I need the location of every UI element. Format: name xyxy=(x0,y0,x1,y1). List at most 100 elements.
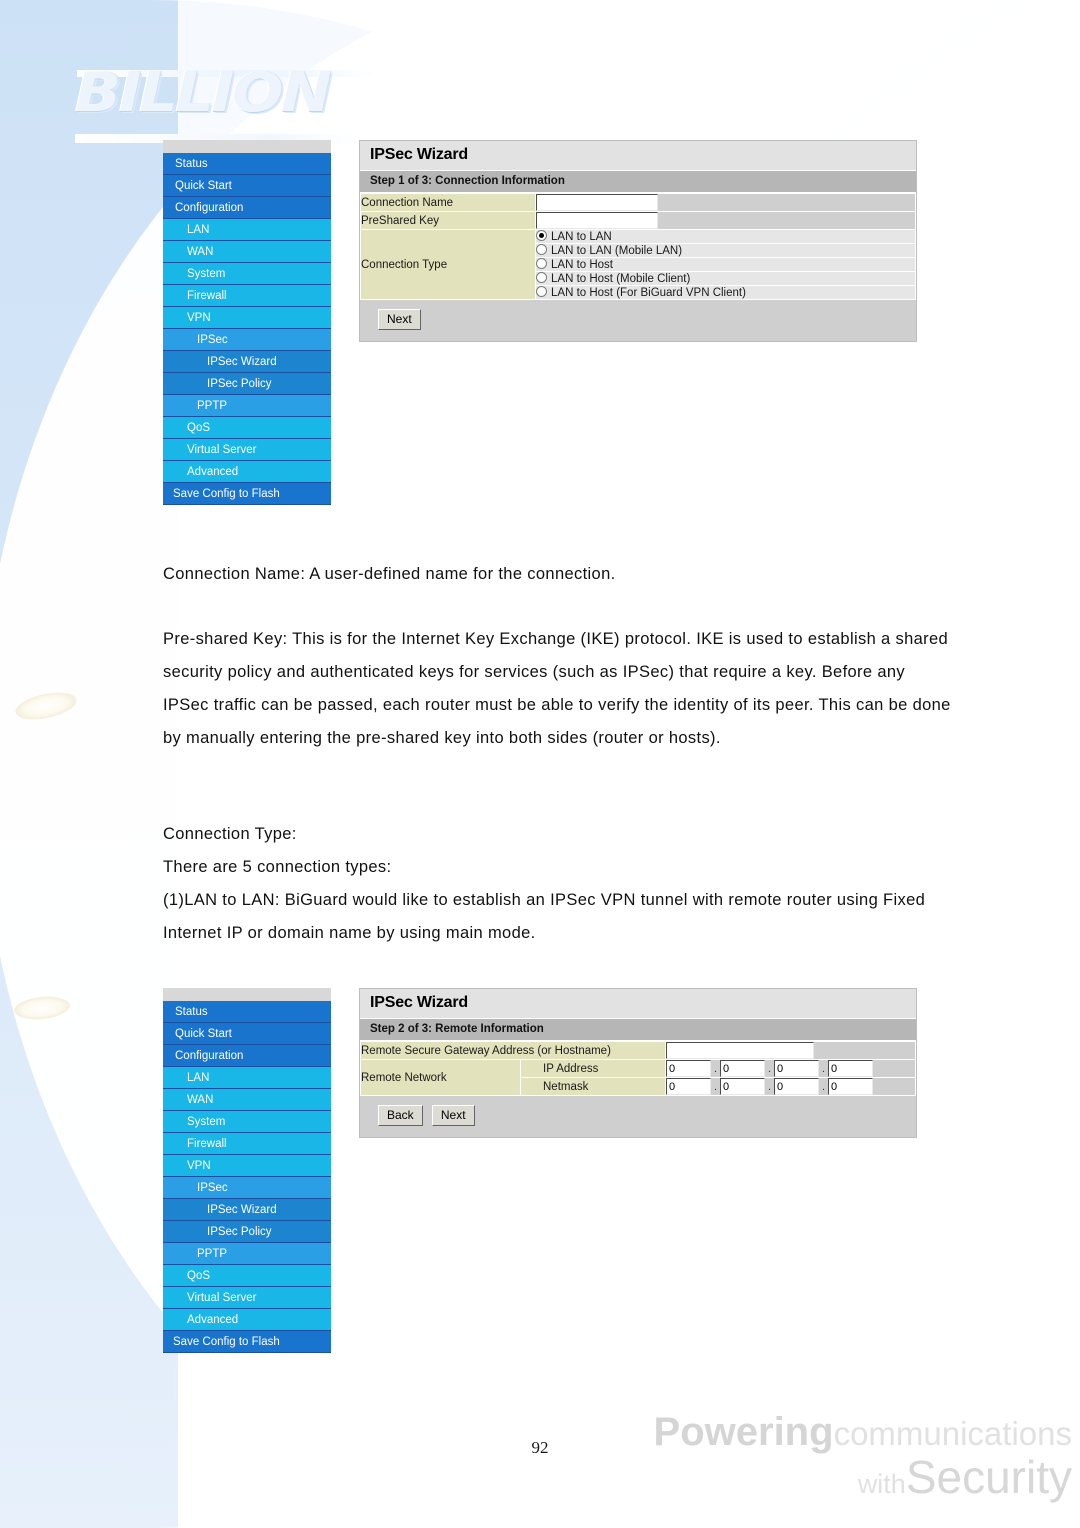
netmask-octet-1-input[interactable] xyxy=(666,1078,712,1095)
sidebar2-item-lan[interactable]: LAN xyxy=(163,1067,331,1089)
radio-icon-lan-to-host-biguard[interactable] xyxy=(536,286,547,297)
paragraph-5: (1)LAN to LAN: BiGuard would like to est… xyxy=(163,891,926,942)
sidebar2-item-system[interactable]: System xyxy=(163,1111,331,1133)
sidebar2-item-save-config[interactable]: Save Config to Flash xyxy=(163,1331,331,1353)
ip-dot-1: . xyxy=(713,1062,718,1075)
sidebar2-item-pptp[interactable]: PPTP xyxy=(163,1243,331,1265)
footer-tagline-line2: withSecurity xyxy=(602,1454,1072,1500)
preshared-key-input[interactable] xyxy=(536,212,658,229)
panel-step-header: Step 1 of 3: Connection Information xyxy=(360,171,916,193)
radio-label-lan-to-host: LAN to Host xyxy=(551,259,613,271)
sidebar2-item-ipsec[interactable]: IPSec xyxy=(163,1177,331,1199)
sidebar-item-firewall[interactable]: Firewall xyxy=(163,285,331,307)
netmask-dot-1: . xyxy=(713,1080,718,1093)
router-sidebar-1: Status Quick Start Configuration LAN WAN… xyxy=(163,140,331,505)
netmask-dot-2: . xyxy=(767,1080,772,1093)
table-row-remote-gateway: Remote Secure Gateway Address (or Hostna… xyxy=(359,1041,916,1060)
radio-option-lan-to-host[interactable]: LAN to Host xyxy=(535,257,916,272)
connection-name-input[interactable] xyxy=(536,194,658,211)
body-paragraph-connection-type: Connection Type: There are 5 connection … xyxy=(163,818,953,950)
sidebar-item-pptp[interactable]: PPTP xyxy=(163,395,331,417)
radio-icon-lan-to-lan-mobile[interactable] xyxy=(536,244,547,255)
remote-network-label: Remote Network xyxy=(360,1059,521,1096)
footer-tagline-line1: Poweringcommunications xyxy=(602,1412,1072,1452)
panel2-step-header: Step 2 of 3: Remote Information xyxy=(360,1019,916,1041)
radio-icon-lan-to-lan[interactable] xyxy=(536,230,547,241)
ip-octet-3-input[interactable] xyxy=(774,1060,820,1077)
table-row-remote-ip-address: Remote Network IP Address . . . xyxy=(360,1059,916,1096)
body-paragraph-preshared-key: Pre-shared Key: This is for the Internet… xyxy=(163,623,953,779)
body-paragraph-connection-name: Connection Name: A user-defined name for… xyxy=(163,558,953,615)
sidebar-item-ipsec-policy[interactable]: IPSec Policy xyxy=(163,373,331,395)
step2-button-bar: Back Next xyxy=(360,1096,916,1137)
radio-label-lan-to-lan-mobile: LAN to LAN (Mobile LAN) xyxy=(551,245,683,257)
sidebar-item-system[interactable]: System xyxy=(163,263,331,285)
remote-gateway-input[interactable] xyxy=(666,1042,815,1059)
sidebar2-item-qos[interactable]: QoS xyxy=(163,1265,331,1287)
table-row-preshared-key: PreShared Key xyxy=(360,211,916,230)
netmask-dot-3: . xyxy=(821,1080,826,1093)
sidebar-item-quick-start[interactable]: Quick Start xyxy=(163,175,331,197)
connection-type-label: Connection Type xyxy=(360,229,536,300)
paragraph-3: Connection Type: xyxy=(163,825,297,843)
sidebar2-item-wan[interactable]: WAN xyxy=(163,1089,331,1111)
sidebar-item-save-config[interactable]: Save Config to Flash xyxy=(163,483,331,505)
sidebar2-item-ipsec-policy[interactable]: IPSec Policy xyxy=(163,1221,331,1243)
sidebar2-item-virtual-server[interactable]: Virtual Server xyxy=(163,1287,331,1309)
next-button[interactable]: Next xyxy=(378,309,421,330)
sidebar-item-advanced[interactable]: Advanced xyxy=(163,461,331,483)
preshared-key-label: PreShared Key xyxy=(360,211,536,230)
panel2-title: IPSec Wizard xyxy=(360,989,916,1019)
radio-icon-lan-to-host[interactable] xyxy=(536,258,547,269)
sidebar-item-ipsec[interactable]: IPSec xyxy=(163,329,331,351)
sidebar2-item-quick-start[interactable]: Quick Start xyxy=(163,1023,331,1045)
router-ui-screenshot-step2: Status Quick Start Configuration LAN WAN… xyxy=(163,988,917,1353)
ipsec-wizard-panel-step2: IPSec Wizard Step 2 of 3: Remote Informa… xyxy=(359,988,917,1138)
sidebar2-item-status[interactable]: Status xyxy=(163,1001,331,1023)
ipsec-wizard-panel-step1: IPSec Wizard Step 1 of 3: Connection Inf… xyxy=(359,140,917,342)
sidebar-item-lan[interactable]: LAN xyxy=(163,219,331,241)
netmask-octet-4-input[interactable] xyxy=(828,1078,874,1095)
sidebar-item-ipsec-wizard[interactable]: IPSec Wizard xyxy=(163,351,331,373)
ip-dot-2: . xyxy=(767,1062,772,1075)
radio-option-lan-to-host-biguard[interactable]: LAN to Host (For BiGuard VPN Client) xyxy=(535,285,916,300)
sidebar2-item-ipsec-wizard[interactable]: IPSec Wizard xyxy=(163,1199,331,1221)
table-row-connection-type: Connection Type LAN to LAN xyxy=(360,229,916,300)
sidebar2-item-advanced[interactable]: Advanced xyxy=(163,1309,331,1331)
sidebar-item-wan[interactable]: WAN xyxy=(163,241,331,263)
netmask-octet-3-input[interactable] xyxy=(774,1078,820,1095)
preshared-key-cell xyxy=(535,211,916,230)
netmask-label: Netmask xyxy=(519,1077,667,1096)
connection-name-label: Connection Name xyxy=(360,193,536,212)
sidebar-item-virtual-server[interactable]: Virtual Server xyxy=(163,439,331,461)
ip-octet-2-input[interactable] xyxy=(720,1060,766,1077)
sidebar2-item-vpn[interactable]: VPN xyxy=(163,1155,331,1177)
remote-gateway-cell xyxy=(665,1041,916,1060)
netmask-octet-2-input[interactable] xyxy=(720,1078,766,1095)
footer-powering: Powering xyxy=(653,1410,834,1454)
radio-option-lan-to-lan-mobile[interactable]: LAN to LAN (Mobile LAN) xyxy=(535,243,916,258)
panel-title: IPSec Wizard xyxy=(360,141,916,171)
footer-with: with xyxy=(857,1469,906,1499)
sidebar2-item-configuration[interactable]: Configuration xyxy=(163,1045,331,1067)
radio-icon-lan-to-host-mobile[interactable] xyxy=(536,272,547,283)
table-row-connection-name: Connection Name xyxy=(360,193,916,212)
sidebar2-item-firewall[interactable]: Firewall xyxy=(163,1133,331,1155)
ip-dot-3: . xyxy=(821,1062,826,1075)
radio-option-lan-to-host-mobile[interactable]: LAN to Host (Mobile Client) xyxy=(535,271,916,286)
footer-security: Security xyxy=(905,1451,1072,1503)
sidebar-item-qos[interactable]: QoS xyxy=(163,417,331,439)
ip-octet-4-input[interactable] xyxy=(828,1060,874,1077)
ip-octet-1-input[interactable] xyxy=(666,1060,712,1077)
sidebar-item-configuration[interactable]: Configuration xyxy=(163,197,331,219)
connection-name-cell xyxy=(535,193,916,212)
sidebar-item-status[interactable]: Status xyxy=(163,153,331,175)
ip-address-label: IP Address xyxy=(519,1059,667,1078)
step1-button-bar: Next xyxy=(360,300,916,341)
sidebar-item-vpn[interactable]: VPN xyxy=(163,307,331,329)
radio-option-lan-to-lan[interactable]: LAN to LAN xyxy=(535,229,916,244)
footer-communications: communications xyxy=(833,1415,1072,1452)
footer-tagline: Poweringcommunications withSecurity xyxy=(602,1412,1072,1500)
back-button[interactable]: Back xyxy=(378,1105,423,1126)
next-button-step2[interactable]: Next xyxy=(431,1105,475,1126)
